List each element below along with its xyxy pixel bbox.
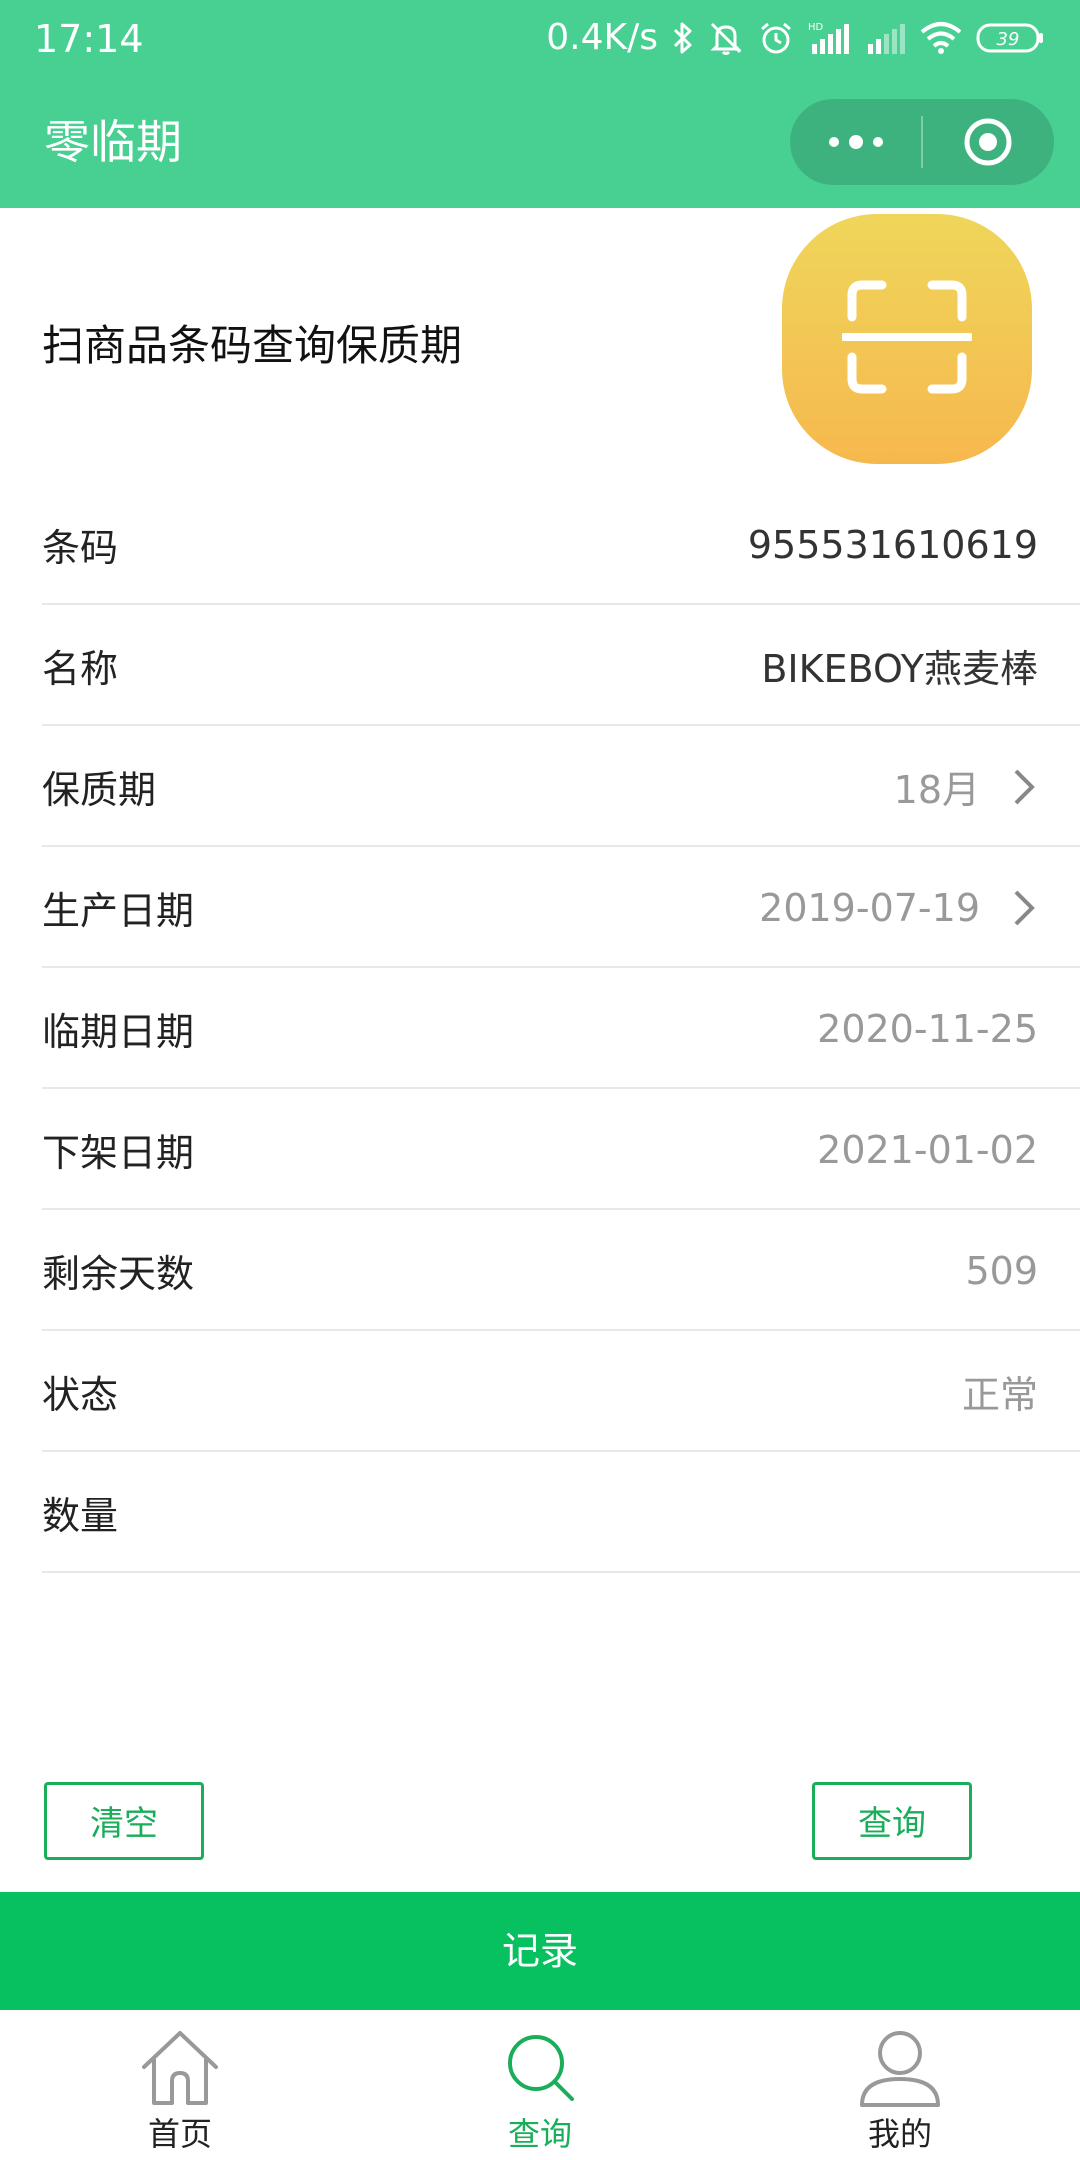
mini-program-capsule [790,99,1054,185]
scan-title: 扫商品条码查询保质期 [42,321,463,370]
status-time: 17:14 [34,17,144,61]
tab-bar: 首页 查询 我的 [0,2010,1080,2160]
battery-icon: 39 [976,12,1046,64]
scan-button[interactable] [782,214,1032,464]
bell-muted-icon [708,12,744,64]
status-bar: 17:14 0.4K/s HD 39 [0,0,1080,80]
removal-date-row: 下架日期 2021-01-02 [42,1089,1080,1210]
info-list: 条码 955531610619 名称 BIKEBOY燕麦棒 保质期 18月 生产… [0,484,1080,1573]
status-label: 状态 [42,1373,119,1417]
barcode-label: 条码 [42,526,119,570]
production-date-label: 生产日期 [42,889,195,933]
name-row: 名称 BIKEBOY燕麦棒 [42,605,1080,726]
chevron-right-icon [1012,726,1036,847]
tab-query[interactable]: 查询 [360,2010,720,2160]
shelf-life-row[interactable]: 保质期 18月 [42,726,1080,847]
barcode-row: 条码 955531610619 [42,484,1080,605]
scan-icon [840,277,974,401]
removal-date-label: 下架日期 [42,1131,195,1175]
more-dots-icon[interactable] [790,99,921,185]
near-expiry-date-value: 2020-11-25 [817,1006,1038,1051]
tab-mine[interactable]: 我的 [720,2010,1080,2160]
name-label: 名称 [42,647,119,691]
signal-icon [866,12,906,64]
near-expiry-date-label: 临期日期 [42,1010,195,1054]
quantity-label: 数量 [42,1494,119,1538]
query-button[interactable]: 查询 [812,1782,972,1860]
wifi-icon [920,12,962,64]
target-close-icon[interactable] [923,99,1054,185]
remaining-days-label: 剩余天数 [42,1252,195,1296]
alarm-icon [758,12,794,64]
screen: 17:14 0.4K/s HD 39 零临期 扫商品条码查询保质期 条码 955… [0,0,1080,2160]
barcode-value: 955531610619 [747,522,1038,567]
remaining-days-value: 509 [965,1248,1038,1293]
status-row: 状态 正常 [42,1331,1080,1452]
removal-date-value: 2021-01-02 [817,1127,1038,1172]
svg-text:HD: HD [808,22,824,33]
battery-level: 39 [997,29,1020,50]
status-value: 正常 [961,1373,1038,1417]
header: 17:14 0.4K/s HD 39 零临期 [0,0,1080,208]
shelf-life-value: 18月 [893,768,980,812]
quantity-row[interactable]: 数量 [42,1452,1080,1573]
near-expiry-date-row: 临期日期 2020-11-25 [42,968,1080,1089]
tab-mine-label: 我的 [867,2115,932,2153]
remaining-days-row: 剩余天数 509 [42,1210,1080,1331]
record-button[interactable]: 记录 [0,1892,1080,2010]
user-icon [858,2022,942,2112]
production-date-value: 2019-07-19 [759,885,980,930]
tab-home-label: 首页 [147,2115,212,2153]
hd-signal-icon: HD [808,12,852,64]
shelf-life-label: 保质期 [42,768,157,812]
home-icon [138,2022,222,2112]
network-speed: 0.4K/s [546,17,658,58]
tab-home[interactable]: 首页 [0,2010,360,2160]
production-date-row[interactable]: 生产日期 2019-07-19 [42,847,1080,968]
tab-query-label: 查询 [507,2115,572,2153]
page-title: 零临期 [44,115,182,169]
name-value: BIKEBOY燕麦棒 [761,647,1038,691]
clear-button[interactable]: 清空 [44,1782,204,1860]
search-icon [498,2022,582,2112]
status-icons: 0.4K/s HD 39 [546,12,1046,64]
bluetooth-icon [672,12,694,64]
chevron-right-icon [1012,847,1036,968]
